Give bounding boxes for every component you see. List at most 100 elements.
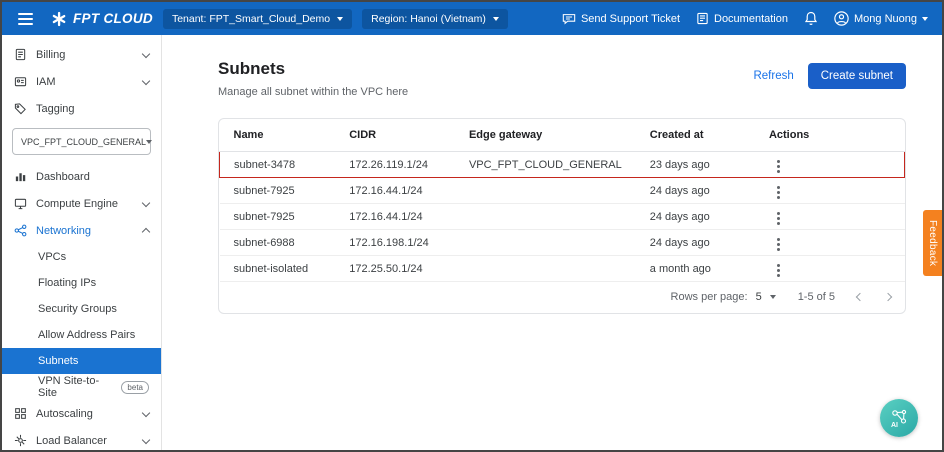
sidebar-item-autoscaling[interactable]: Autoscaling xyxy=(2,400,161,427)
table-row[interactable]: subnet-6988 172.16.198.1/24 24 days ago xyxy=(220,230,905,256)
sidebar-item-tagging[interactable]: Tagging xyxy=(2,95,161,122)
notifications-bell-icon[interactable] xyxy=(804,11,818,26)
autoscaling-icon xyxy=(14,407,27,420)
cell-name: subnet-7925 xyxy=(220,204,336,230)
networking-icon xyxy=(14,224,27,237)
send-support-ticket-button[interactable]: Send Support Ticket xyxy=(562,12,680,26)
create-subnet-button[interactable]: Create subnet xyxy=(808,63,906,89)
sidebar-item-vpcs[interactable]: VPCs xyxy=(2,244,161,270)
sidebar-item-security-groups[interactable]: Security Groups xyxy=(2,296,161,322)
chevron-down-icon xyxy=(142,49,150,57)
cell-created-at: 24 days ago xyxy=(636,230,755,256)
sidebar-item-billing[interactable]: Billing xyxy=(2,41,161,68)
cell-edge-gateway xyxy=(455,256,636,282)
cell-cidr: 172.25.50.1/24 xyxy=(335,256,455,282)
sidebar-item-subnets[interactable]: Subnets xyxy=(2,348,161,374)
previous-page-icon[interactable] xyxy=(856,293,864,301)
chevron-down-icon xyxy=(770,295,776,299)
feedback-tab[interactable]: Feedback xyxy=(923,210,942,276)
region-label: Region: Hanoi (Vietnam) xyxy=(371,13,486,25)
sidebar-item-iam[interactable]: IAM xyxy=(2,68,161,95)
page-header: Subnets Manage all subnet within the VPC… xyxy=(218,59,906,98)
table-row[interactable]: subnet-7925 172.16.44.1/24 24 days ago xyxy=(220,204,905,230)
sidebar-label-subnets: Subnets xyxy=(38,355,78,367)
sidebar-label-security-groups: Security Groups xyxy=(38,303,117,315)
cell-edge-gateway xyxy=(455,230,636,256)
sidebar: Billing IAM Tagging VPC_FPT_CLOUD_GENERA… xyxy=(2,35,162,450)
column-header-created-at: Created at xyxy=(636,119,755,152)
cell-created-at: a month ago xyxy=(636,256,755,282)
load-balancer-icon xyxy=(14,434,27,447)
chevron-down-icon xyxy=(142,76,150,84)
region-selector[interactable]: Region: Hanoi (Vietnam) xyxy=(362,9,508,29)
documentation-icon xyxy=(696,12,709,25)
sidebar-label-allow-address-pairs: Allow Address Pairs xyxy=(38,329,135,341)
row-actions-kebab-icon[interactable] xyxy=(777,243,780,246)
chevron-down-icon xyxy=(146,140,152,144)
cell-name: subnet-isolated xyxy=(220,256,336,282)
vpc-selected-value: VPC_FPT_CLOUD_GENERAL xyxy=(21,137,146,147)
cell-cidr: 172.16.44.1/24 xyxy=(335,178,455,204)
subnets-table: Name CIDR Edge gateway Created at Action… xyxy=(219,119,905,282)
table-row[interactable]: subnet-7925 172.16.44.1/24 24 days ago xyxy=(220,178,905,204)
support-ticket-icon xyxy=(562,12,576,26)
ai-label: AI xyxy=(891,422,898,429)
page-actions: Refresh Create subnet xyxy=(753,63,906,89)
sidebar-label-load-balancer: Load Balancer xyxy=(36,435,107,447)
row-actions-kebab-icon[interactable] xyxy=(777,217,780,220)
brand-logo[interactable]: FPT CLOUD xyxy=(51,11,153,27)
chevron-down-icon xyxy=(142,435,150,443)
compute-engine-icon xyxy=(14,197,27,210)
topbar: FPT CLOUD Tenant: FPT_Smart_Cloud_Demo R… xyxy=(2,2,942,35)
table-row[interactable]: subnet-isolated 172.25.50.1/24 a month a… xyxy=(220,256,905,282)
cell-created-at: 24 days ago xyxy=(636,178,755,204)
sidebar-label-tagging: Tagging xyxy=(36,103,75,115)
page-subtitle: Manage all subnet within the VPC here xyxy=(218,86,408,98)
sidebar-item-networking[interactable]: Networking xyxy=(2,217,161,244)
sidebar-item-compute-engine[interactable]: Compute Engine xyxy=(2,190,161,217)
sidebar-label-floating-ips: Floating IPs xyxy=(38,277,96,289)
hamburger-menu-icon[interactable] xyxy=(16,10,35,28)
chevron-down-icon xyxy=(142,408,150,416)
subnets-table-card: Name CIDR Edge gateway Created at Action… xyxy=(218,118,906,314)
dashboard-icon xyxy=(14,170,27,183)
cell-created-at: 24 days ago xyxy=(636,204,755,230)
sidebar-item-load-balancer[interactable]: Load Balancer xyxy=(2,427,161,450)
chevron-down-icon xyxy=(922,17,928,21)
cell-cidr: 172.16.198.1/24 xyxy=(335,230,455,256)
cell-name: subnet-3478 xyxy=(220,152,336,178)
row-actions-kebab-icon[interactable] xyxy=(777,269,780,272)
sidebar-item-vpn-site-to-site[interactable]: VPN Site-to-Site beta xyxy=(2,374,161,400)
sidebar-label-iam: IAM xyxy=(36,76,56,88)
rows-per-page-selector[interactable]: Rows per page: 5 xyxy=(671,291,776,303)
cell-created-at: 23 days ago xyxy=(636,152,755,178)
sidebar-label-dashboard: Dashboard xyxy=(36,171,90,183)
iam-icon xyxy=(14,75,27,88)
documentation-label: Documentation xyxy=(714,13,788,25)
table-pagination: Rows per page: 5 1-5 of 5 xyxy=(219,282,905,313)
app-window: FPT CLOUD Tenant: FPT_Smart_Cloud_Demo R… xyxy=(0,0,944,452)
billing-icon xyxy=(14,48,27,61)
sidebar-item-dashboard[interactable]: Dashboard xyxy=(2,163,161,190)
next-page-icon[interactable] xyxy=(884,293,892,301)
chevron-down-icon xyxy=(337,17,343,21)
row-actions-kebab-icon[interactable] xyxy=(777,165,780,168)
user-menu[interactable]: Mong Nuong xyxy=(834,11,928,26)
documentation-button[interactable]: Documentation xyxy=(696,12,788,25)
sidebar-label-vpn-site-to-site: VPN Site-to-Site xyxy=(38,375,115,399)
refresh-button[interactable]: Refresh xyxy=(753,70,793,82)
table-row-highlighted[interactable]: subnet-3478 172.26.119.1/24 VPC_FPT_CLOU… xyxy=(220,152,905,178)
cell-cidr: 172.26.119.1/24 xyxy=(335,152,455,178)
tenant-selector[interactable]: Tenant: FPT_Smart_Cloud_Demo xyxy=(163,9,352,29)
cell-edge-gateway xyxy=(455,178,636,204)
vpc-selector[interactable]: VPC_FPT_CLOUD_GENERAL xyxy=(12,128,151,155)
sidebar-item-floating-ips[interactable]: Floating IPs xyxy=(2,270,161,296)
chevron-up-icon xyxy=(142,228,150,236)
row-actions-kebab-icon[interactable] xyxy=(777,191,780,194)
ai-assistant-button[interactable]: AI xyxy=(880,399,918,437)
chevron-down-icon xyxy=(493,17,499,21)
fpt-cloud-logo-icon xyxy=(51,11,67,27)
sidebar-label-compute-engine: Compute Engine xyxy=(36,198,118,210)
sidebar-item-allow-address-pairs[interactable]: Allow Address Pairs xyxy=(2,322,161,348)
user-avatar-icon xyxy=(834,11,849,26)
